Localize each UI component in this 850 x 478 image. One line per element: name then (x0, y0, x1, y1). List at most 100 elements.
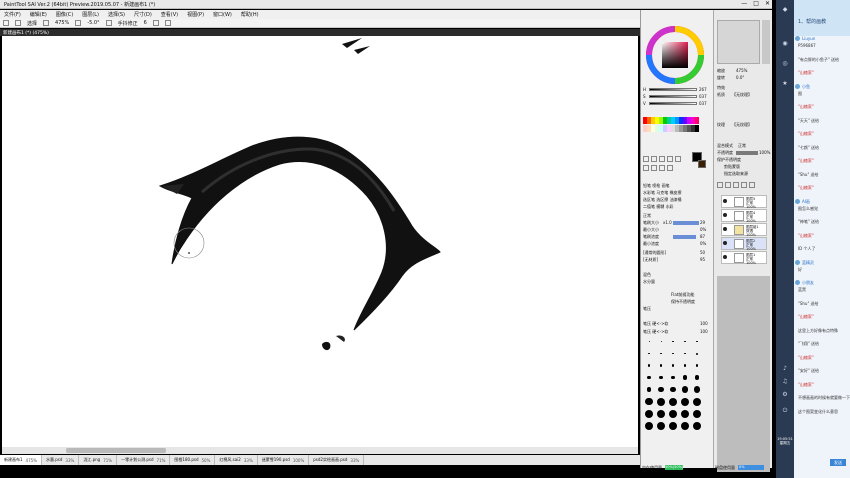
brush-size-preset[interactable] (655, 421, 667, 430)
color-swatch[interactable] (679, 117, 683, 124)
brush-shape-value[interactable]: 50 (700, 250, 705, 255)
merge-layer-icon[interactable] (741, 182, 747, 188)
tool-pencil[interactable]: 铅笔 (643, 183, 651, 188)
file-tab[interactable]: 迷蒙雪190.psd 100% (258, 455, 310, 465)
layer-item[interactable]: 图层4 正常 100% (721, 209, 767, 223)
flip-icon[interactable] (105, 20, 112, 26)
brush-texture-value[interactable]: 95 (700, 257, 705, 262)
paper-select[interactable]: 【无纹理】 (732, 92, 752, 98)
zoom-value[interactable]: 475% (55, 20, 69, 26)
color-swatch[interactable] (663, 117, 667, 124)
brush-size-preset[interactable] (667, 361, 679, 370)
power-icon[interactable]: ⏻ (781, 407, 789, 415)
guide-icon[interactable] (152, 20, 159, 26)
tool-select-pen[interactable]: 选区笔 (643, 197, 655, 202)
tool-bucket[interactable]: 油漆桶 (670, 197, 682, 202)
color-swatch[interactable] (659, 117, 663, 124)
swatch-palette[interactable] (643, 113, 701, 149)
magic-wand-icon[interactable] (659, 156, 665, 162)
undo-icon[interactable] (3, 20, 9, 26)
brush-size-preset[interactable] (667, 349, 679, 358)
color-swatch[interactable] (671, 117, 675, 124)
document-tab[interactable]: 新建画布1 (*) (475%) (0, 29, 640, 36)
color-swatch[interactable] (695, 125, 699, 132)
pattern-select[interactable]: 【无纹理】 (732, 122, 752, 128)
color-swatch[interactable] (663, 125, 667, 132)
close-icon[interactable]: ✕ (765, 0, 770, 7)
color-swatch[interactable] (679, 125, 683, 132)
brush-size-slider[interactable] (673, 221, 699, 225)
menu-window[interactable]: 窗口(W) (213, 11, 232, 18)
color-swatch[interactable] (691, 117, 695, 124)
brush-size-preset[interactable] (691, 361, 703, 370)
color-swatch[interactable] (675, 117, 679, 124)
avatar[interactable] (795, 280, 800, 285)
menu-help[interactable]: 帮助(H) (241, 11, 259, 18)
clipping-mask-checkbox[interactable]: 剪贴蒙版 (724, 164, 740, 170)
brush-size-preset[interactable] (679, 421, 691, 430)
brush-size-preset[interactable] (679, 361, 691, 370)
avatar[interactable] (795, 36, 800, 41)
redo-icon[interactable] (15, 20, 21, 26)
keep-opacity-checkbox[interactable]: 保持不透明度 (671, 299, 695, 305)
value-slider[interactable] (649, 102, 697, 105)
avatar[interactable] (795, 259, 800, 265)
tool-brush[interactable]: 画笔 (662, 183, 670, 188)
chat-username[interactable]: Liuyun (802, 36, 815, 41)
users-icon[interactable]: ◎ (781, 60, 789, 68)
ruler-icon[interactable] (164, 20, 171, 26)
lasso-icon[interactable] (651, 156, 657, 162)
nav-angle-value[interactable]: 0.0° (736, 75, 744, 80)
menu-view[interactable]: 查看(V) (161, 11, 178, 18)
horizontal-scrollbar[interactable] (2, 447, 638, 454)
file-tab[interactable]: 一零计划公测.psd 71% (117, 455, 171, 465)
brush-size-preset[interactable] (643, 349, 655, 358)
tool-row[interactable]: 铅笔 喷枪 画笔 (643, 183, 670, 189)
music-icon[interactable]: ♫ (781, 378, 789, 386)
brush-size-preset[interactable] (691, 409, 703, 418)
layer-group-item[interactable]: 图层组1 穿透 100% (721, 223, 767, 237)
density-value[interactable]: 87 (700, 234, 705, 239)
file-tab[interactable]: 红棉风.sai2 33% (215, 455, 258, 465)
blend-mode-select[interactable]: 正常 (643, 213, 651, 219)
brush-size-preset[interactable] (643, 337, 655, 346)
brush-size-preset[interactable] (667, 385, 679, 394)
brush-size-preset[interactable] (655, 361, 667, 370)
brush-size-preset[interactable] (643, 397, 655, 406)
color-swatch[interactable] (651, 117, 655, 124)
zoom-tool-icon[interactable] (651, 165, 657, 171)
tool-airbrush[interactable]: 喷枪 (652, 183, 660, 188)
minimize-icon[interactable]: — (741, 0, 747, 7)
color-wheel[interactable] (646, 26, 704, 84)
brush-size-preset[interactable] (679, 337, 691, 346)
copy-layer-icon[interactable] (733, 182, 739, 188)
brush-size-preset[interactable] (643, 373, 655, 382)
menu-size[interactable]: 尺寸(D) (134, 11, 152, 18)
eye-icon[interactable] (723, 227, 727, 231)
color-swatch[interactable] (683, 117, 687, 124)
brush-size-preset[interactable] (691, 337, 703, 346)
color-swatch[interactable] (643, 125, 647, 132)
value-value[interactable]: 037 (699, 101, 707, 106)
brush-size-preset[interactable] (643, 385, 655, 394)
stabilizer-value[interactable]: 6 (144, 20, 147, 26)
preserve-opacity-checkbox[interactable]: 保护不透明度 (717, 157, 741, 163)
settings-icon[interactable]: ⚙ (781, 391, 789, 399)
brush-size-preset[interactable] (655, 337, 667, 346)
brush-size-preset[interactable] (691, 349, 703, 358)
tool-binary-pen[interactable]: 二值笔 (643, 204, 655, 209)
brush-size-preset[interactable] (655, 409, 667, 418)
star-icon[interactable]: ★ (781, 80, 789, 88)
color-swatch[interactable] (647, 117, 651, 124)
avatar[interactable] (795, 83, 800, 89)
brush-size-preset[interactable] (667, 421, 679, 430)
file-tab[interactable]: 泷江.png 71% (79, 455, 118, 465)
file-tab[interactable]: psd2实绘画画.psd 33% (309, 455, 365, 465)
file-tab[interactable]: 新建画布1 475% (0, 455, 42, 465)
layer-item-selected[interactable]: 图层2 正常 100% (721, 237, 767, 251)
color-swatch[interactable] (691, 125, 695, 132)
pressure-min-value[interactable]: 100 (700, 321, 708, 326)
brush-size-preset[interactable] (691, 421, 703, 430)
menu-viewport[interactable]: 视图(P) (187, 11, 204, 18)
navigator-scrollbar[interactable] (762, 20, 770, 64)
